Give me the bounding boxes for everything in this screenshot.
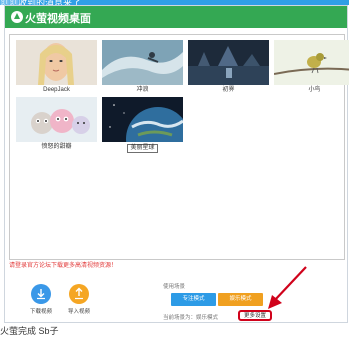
video-tile-surfing[interactable]: 冲浪 [102,40,183,94]
download-video-button[interactable]: 下载视频 [23,284,59,315]
download-icon[interactable] [31,284,51,304]
video-gallery: DeepJack 冲浪 初霁 小鸟 愤怒的甜瓣 美丽星球 [9,34,349,260]
video-tile-dawn[interactable]: 初霁 [188,40,269,94]
video-tile-melons[interactable]: 愤怒的甜瓣 [16,97,97,151]
window-title: 火萤视频桌面 [25,13,91,25]
tile-label: DeepJack [43,87,70,93]
video-thumbnail[interactable] [274,40,349,85]
video-thumbnail[interactable] [16,40,97,85]
import-icon[interactable] [69,284,89,304]
download-label: 下载视频 [29,309,52,315]
bottom-caption: 火萤完成 Sb子 [0,326,59,336]
tile-label: 冲浪 [136,87,149,93]
video-thumbnail[interactable] [16,97,97,142]
tile-label-highlighted: 美丽星球 [127,144,158,153]
entertainment-mode-button[interactable]: 娱乐模式 [218,293,263,306]
video-thumbnail[interactable] [188,40,269,85]
import-label: 导入视频 [67,309,90,315]
video-tile-bird[interactable]: 小鸟 [274,40,349,94]
title-bar[interactable]: 火萤视频桌面 [5,6,347,28]
focus-mode-button[interactable]: 专注模式 [171,293,216,306]
tile-label: 小鸟 [308,87,321,93]
red-arrow-annotation [268,266,307,309]
import-video-button[interactable]: 导入视频 [61,284,97,315]
tile-label: 愤怒的甜瓣 [41,144,72,150]
tile-label: 初霁 [222,87,235,93]
current-mode-text: 当前场景为：娱乐模式 [163,315,219,321]
firefly-logo-icon [11,11,23,23]
tile-label: 美丽星球 [102,144,183,153]
video-tile-deepjack[interactable]: DeepJack [16,40,97,94]
video-thumbnail[interactable] [102,40,183,85]
video-tile-planet[interactable]: 美丽星球 [102,97,183,153]
usage-scene-title: 使用场景 [163,284,186,290]
video-thumbnail[interactable] [102,97,183,142]
